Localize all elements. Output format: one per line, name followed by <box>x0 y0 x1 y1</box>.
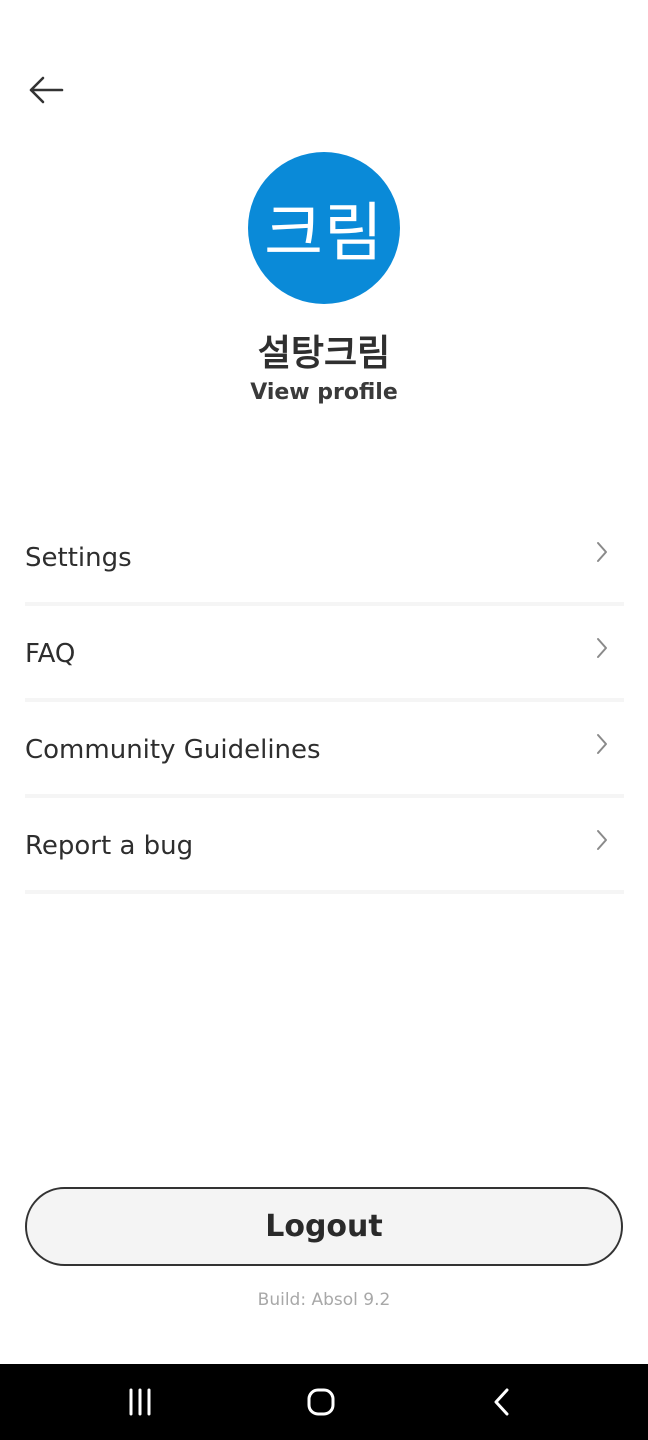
chevron-right-icon <box>597 542 607 562</box>
menu-item-community-guidelines[interactable]: Community Guidelines <box>25 702 624 798</box>
recents-icon <box>129 1388 151 1416</box>
menu-item-label: Community Guidelines <box>25 735 321 765</box>
menu-item-label: FAQ <box>25 639 76 669</box>
chevron-right-icon <box>597 734 607 754</box>
view-profile-link[interactable]: View profile <box>250 380 398 405</box>
recents-button[interactable] <box>110 1378 170 1426</box>
home-button[interactable] <box>291 1378 351 1426</box>
chevron-right-icon <box>597 830 607 850</box>
back-button[interactable] <box>22 68 70 112</box>
profile-section: 크림 설탕크림 View profile <box>0 152 648 405</box>
menu-item-faq[interactable]: FAQ <box>25 606 624 702</box>
system-back-button[interactable] <box>472 1378 532 1426</box>
menu-list: Settings FAQ Community Guidelines Report… <box>25 510 624 894</box>
back-chevron-icon <box>494 1388 509 1416</box>
home-icon <box>307 1388 335 1416</box>
profile-name: 설탕크림 <box>257 333 391 374</box>
menu-item-label: Settings <box>25 543 132 573</box>
chevron-right-icon <box>597 638 607 658</box>
menu-item-label: Report a bug <box>25 831 194 861</box>
arrow-left-icon <box>29 76 64 104</box>
logout-button[interactable]: Logout <box>25 1187 623 1266</box>
avatar[interactable]: 크림 <box>248 152 400 304</box>
avatar-initials: 크림 <box>264 197 384 271</box>
build-version: Build: Absol 9.2 <box>257 1290 391 1310</box>
menu-item-report-bug[interactable]: Report a bug <box>25 798 624 894</box>
system-nav-bar <box>0 1364 648 1440</box>
menu-item-settings[interactable]: Settings <box>25 510 624 606</box>
